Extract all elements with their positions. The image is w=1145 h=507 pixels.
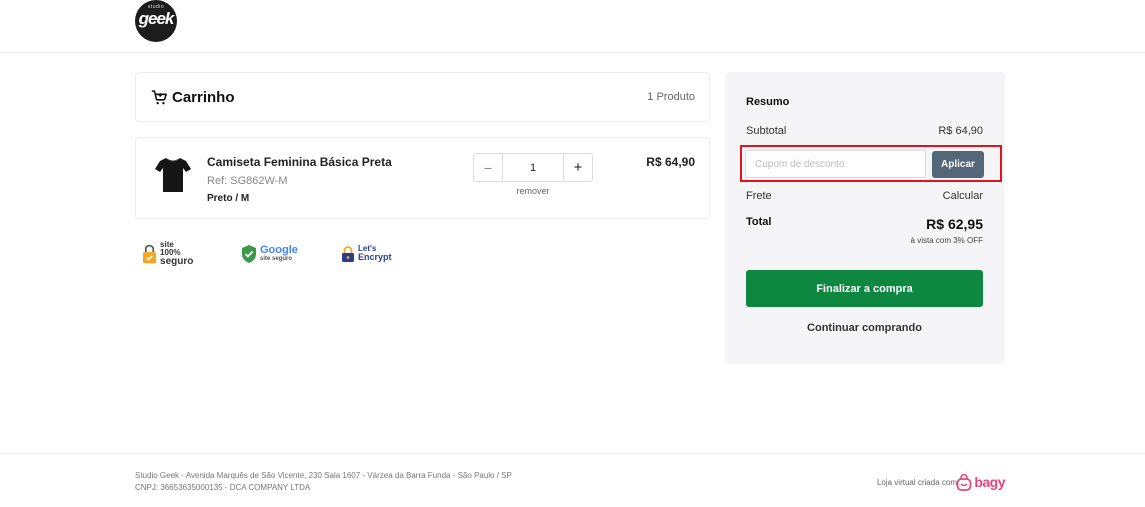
calculate-shipping-link[interactable]: Calcular	[943, 190, 983, 202]
checkout-button[interactable]: Finalizar a compra	[746, 270, 983, 307]
footer-company-line: CNPJ: 36653635000135 - DCA COMPANY LTDA	[135, 483, 311, 492]
cart-title: Carrinho	[172, 89, 235, 106]
footer-made-with: Loja virtual criada com	[876, 478, 957, 487]
google-badge-line2: site seguro	[260, 255, 293, 262]
order-summary: Resumo Subtotal R$ 64,90 Aplicar Frete C…	[725, 72, 1005, 364]
secure-badge-line2: seguro	[160, 255, 194, 267]
product-thumbnail[interactable]	[153, 154, 193, 196]
coupon-input[interactable]	[745, 150, 926, 178]
footer-address: Studio Geek - Avenida Marquês de São Vic…	[135, 470, 512, 494]
shipping-label: Frete	[746, 190, 772, 202]
continue-shopping-link[interactable]: Continuar comprando	[746, 322, 983, 334]
product-variant: Preto / M	[207, 193, 250, 204]
quantity-stepper: − 1 +	[473, 153, 593, 182]
bagy-brand-text: bagy	[974, 474, 1005, 490]
product-price: R$ 64,90	[646, 155, 695, 169]
decrease-quantity-button[interactable]: −	[474, 154, 502, 181]
letsencrypt-badge: Let's Encrypt	[341, 241, 392, 266]
padlock-icon	[142, 244, 157, 263]
logo-main-text: geek	[138, 9, 175, 28]
cart-icon	[151, 90, 168, 105]
site-header: studio geek	[0, 0, 1145, 53]
total-value: R$ 62,95	[926, 216, 983, 232]
footer-address-line1: Studio Geek - Avenida Marquês de São Vic…	[135, 471, 512, 480]
secure-site-badge: site 100% seguro	[142, 239, 194, 267]
letsencrypt-lock-icon	[342, 245, 354, 262]
cart-header: Carrinho 1 Produto	[135, 72, 710, 122]
product-name[interactable]: Camiseta Feminina Básica Preta	[207, 155, 392, 169]
quantity-input[interactable]: 1	[502, 154, 564, 181]
google-safe-badge: Google site seguro	[241, 241, 298, 266]
total-discount-note: à vista com 3% OFF	[910, 236, 983, 245]
coupon-highlight: Aplicar	[740, 145, 1002, 182]
store-logo[interactable]: studio geek	[135, 0, 177, 42]
bagy-logo[interactable]: bagy	[956, 472, 1005, 492]
bagy-bag-icon	[956, 473, 972, 491]
google-badge-line1: Google	[260, 243, 298, 256]
letsencrypt-line2: Encrypt	[358, 252, 392, 262]
increase-quantity-button[interactable]: +	[564, 154, 592, 181]
subtotal-value: R$ 64,90	[938, 125, 983, 137]
subtotal-label: Subtotal	[746, 125, 787, 137]
cart-product-count: 1 Produto	[647, 91, 695, 103]
product-ref: Ref: SG862W-M	[207, 175, 288, 187]
cart-item: Camiseta Feminina Básica Preta Ref: SG86…	[135, 137, 710, 219]
secure-badge-line1: site 100%	[160, 239, 181, 257]
remove-item-link[interactable]: remover	[473, 186, 593, 196]
apply-coupon-button[interactable]: Aplicar	[932, 151, 984, 178]
shield-check-icon	[242, 244, 256, 263]
total-label: Total	[746, 216, 772, 228]
summary-title: Resumo	[746, 96, 790, 108]
site-footer: Studio Geek - Avenida Marquês de São Vic…	[0, 453, 1145, 507]
